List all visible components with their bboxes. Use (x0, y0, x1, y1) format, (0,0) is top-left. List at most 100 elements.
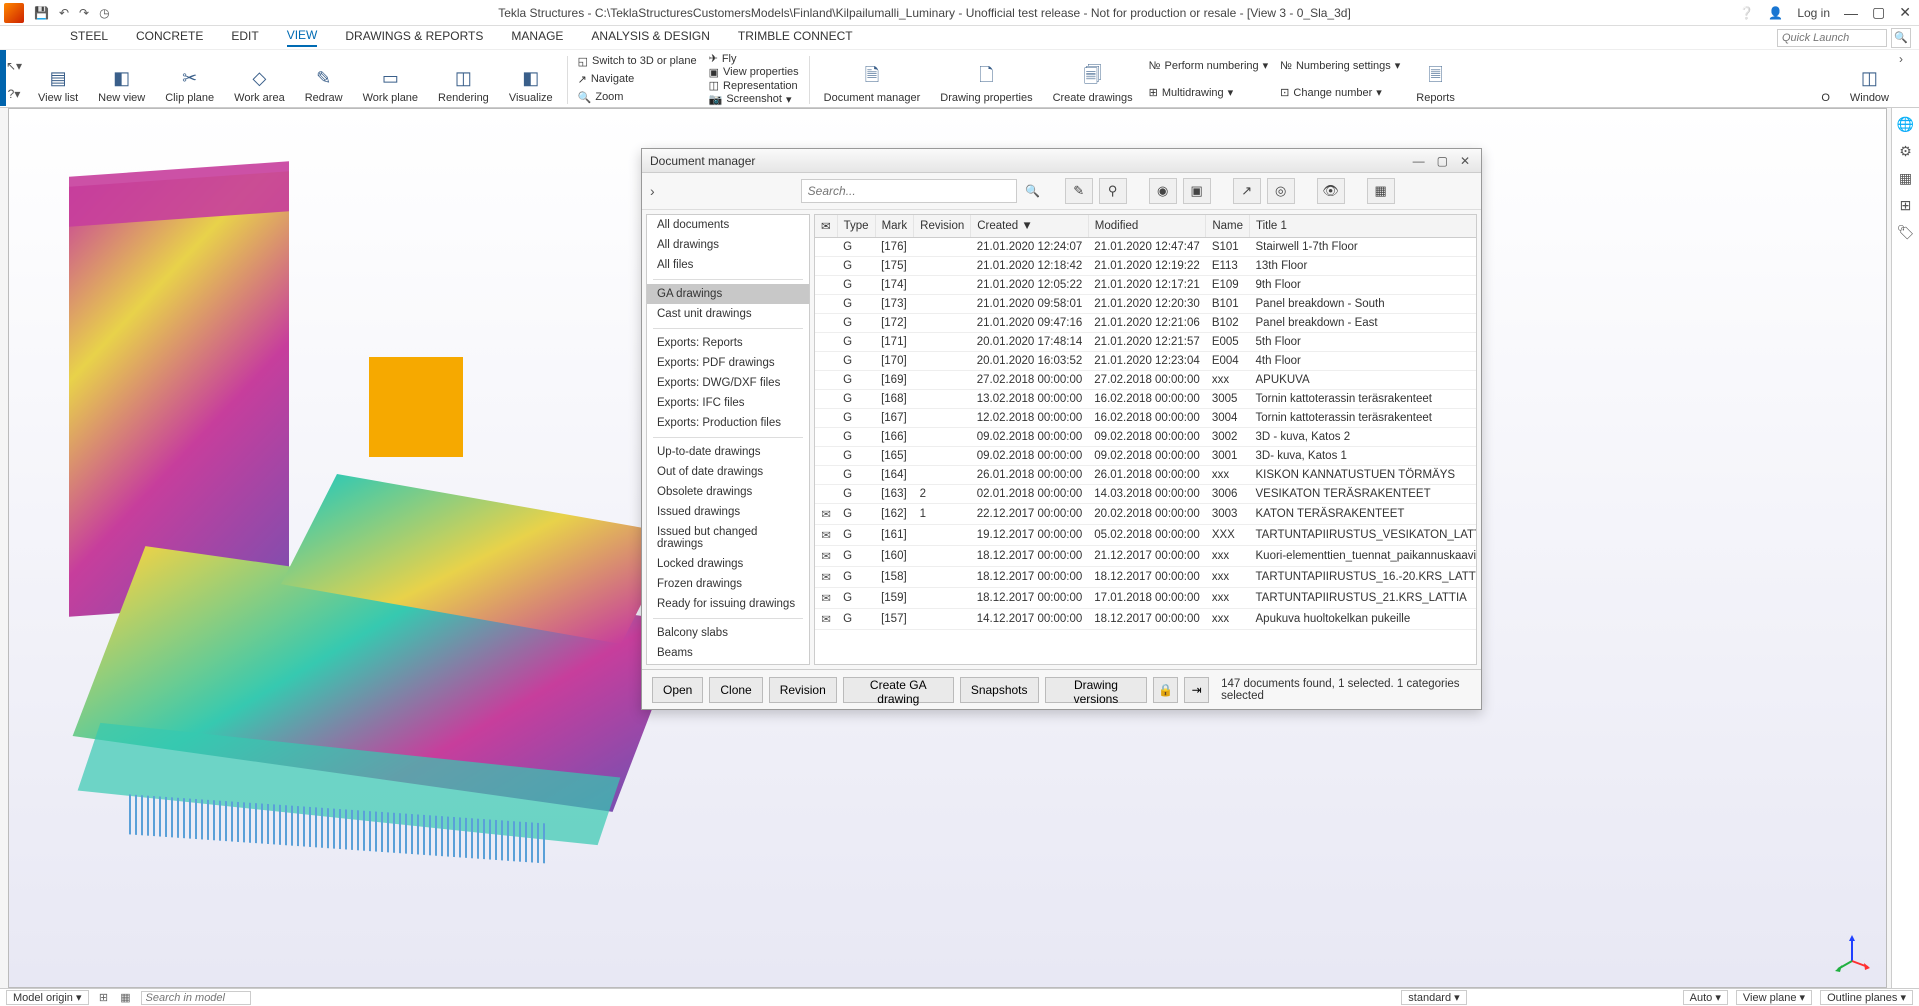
document-table[interactable]: ✉TypeMarkRevisionCreated ▼ModifiedNameTi… (814, 214, 1477, 665)
create-ga-button[interactable]: Create GA drawing (843, 677, 954, 703)
export-icon[interactable]: ⇥ (1184, 677, 1209, 703)
category-item[interactable]: Up-to-date drawings (647, 442, 809, 462)
category-item[interactable]: Exports: Production files (647, 413, 809, 433)
table-row[interactable]: G[166]09.02.2018 00:00:0009.02.2018 00:0… (815, 428, 1477, 447)
perform-numbering-button[interactable]: № Perform numbering ▾ (1149, 59, 1269, 72)
table-row[interactable]: ✉G[160]18.12.2017 00:00:0021.12.2017 00:… (815, 546, 1477, 567)
table-row[interactable]: ✉G[161]19.12.2017 00:00:0005.02.2018 00:… (815, 525, 1477, 546)
clip-plane-button[interactable]: ✂Clip plane (155, 52, 224, 106)
table-row[interactable]: G[163]202.01.2018 00:00:0014.03.2018 00:… (815, 485, 1477, 504)
tab-trimble[interactable]: TRIMBLE CONNECT (738, 29, 853, 46)
edit-icon[interactable]: ✎ (1065, 178, 1093, 204)
grid-view-icon[interactable]: ▦ (1367, 178, 1395, 204)
grid-icon[interactable]: ⊞ (1900, 197, 1912, 214)
reports-button[interactable]: 🗏Reports (1406, 52, 1465, 106)
ribbon-expand-icon[interactable]: › (1899, 52, 1919, 66)
change-number-button[interactable]: ⊡ Change number ▾ (1280, 86, 1400, 99)
category-item[interactable]: Issued drawings (647, 502, 809, 522)
category-item[interactable]: All files (647, 255, 809, 275)
category-item[interactable]: Exports: DWG/DXF files (647, 373, 809, 393)
undo-icon[interactable]: ↶ (59, 6, 69, 20)
category-item[interactable]: Exports: Reports (647, 333, 809, 353)
column-header-title1[interactable]: Title 1 (1250, 215, 1478, 238)
auto-dropdown[interactable]: Auto ▾ (1683, 990, 1728, 1005)
minimize-button[interactable]: — (1844, 5, 1858, 21)
category-item[interactable]: All drawings (647, 235, 809, 255)
column-header-created[interactable]: Created ▼ (971, 215, 1089, 238)
create-drawings-button[interactable]: 🗐Create drawings (1043, 52, 1143, 106)
cog-icon[interactable]: ⚙ (1899, 143, 1912, 160)
box-icon[interactable]: ◉ (1149, 178, 1177, 204)
zoom-button[interactable]: 🔍 Zoom (578, 91, 697, 104)
work-plane-button[interactable]: ▭Work plane (353, 52, 428, 106)
model-origin-dropdown[interactable]: Model origin ▾ (6, 990, 89, 1005)
switch-3d-button[interactable]: ◱ Switch to 3D or plane (578, 55, 697, 68)
category-item[interactable]: Exports: PDF drawings (647, 353, 809, 373)
o-button[interactable]: O (1811, 52, 1840, 106)
close-button[interactable]: ✕ (1899, 4, 1911, 21)
category-item[interactable]: All documents (647, 215, 809, 235)
work-area-button[interactable]: ◇Work area (224, 52, 295, 106)
column-header-mark[interactable]: Mark (875, 215, 914, 238)
history-icon[interactable]: ◷ (99, 6, 109, 20)
quick-launch-search-icon[interactable]: 🔍 (1891, 28, 1911, 48)
table-row[interactable]: G[175]21.01.2020 12:18:4221.01.2020 12:1… (815, 257, 1477, 276)
category-item[interactable]: Balcony slabs (647, 623, 809, 643)
table-row[interactable]: ✉G[159]18.12.2017 00:00:0017.01.2018 00:… (815, 588, 1477, 609)
user-icon[interactable]: 👤 (1768, 6, 1783, 20)
table-row[interactable]: G[167]12.02.2018 00:00:0016.02.2018 00:0… (815, 409, 1477, 428)
search-model-input[interactable] (141, 991, 251, 1005)
table-row[interactable]: ✉G[158]18.12.2017 00:00:0018.12.2017 00:… (815, 567, 1477, 588)
dialog-maximize-button[interactable]: ▢ (1434, 154, 1451, 168)
standard-dropdown[interactable]: standard ▾ (1401, 990, 1466, 1005)
new-view-button[interactable]: ◧New view (88, 52, 155, 106)
cube-icon[interactable]: ▦ (1899, 170, 1912, 187)
lock-icon[interactable]: 🔒 (1153, 677, 1178, 703)
cursor-tool-icon[interactable]: ↖▾ (6, 59, 22, 73)
eye-icon[interactable]: 👁 (1317, 178, 1345, 204)
table-row[interactable]: G[172]21.01.2020 09:47:1621.01.2020 12:2… (815, 314, 1477, 333)
dialog-minimize-button[interactable]: — (1410, 154, 1428, 168)
tab-edit[interactable]: EDIT (231, 29, 258, 46)
tab-analysis[interactable]: ANALYSIS & DESIGN (591, 29, 709, 46)
globe-icon[interactable]: 🌐 (1897, 116, 1914, 133)
rendering-button[interactable]: ◫Rendering (428, 52, 499, 106)
screenshot-button[interactable]: 📷 Screenshot ▾ (709, 93, 799, 106)
fly-button[interactable]: ✈ Fly (709, 52, 799, 65)
table-row[interactable]: G[171]20.01.2020 17:48:1421.01.2020 12:2… (815, 333, 1477, 352)
help-icon[interactable]: ❔ (1739, 6, 1754, 20)
category-item[interactable]: Frozen drawings (647, 574, 809, 594)
column-header-modified[interactable]: Modified (1088, 215, 1206, 238)
clone-button[interactable]: Clone (709, 677, 762, 703)
column-header-name[interactable]: Name (1206, 215, 1250, 238)
dialog-close-button[interactable]: ✕ (1457, 154, 1473, 168)
window-button[interactable]: ◫Window (1840, 52, 1899, 106)
category-item[interactable]: Ready for issuing drawings (647, 594, 809, 614)
representation-button[interactable]: ◫ Representation (709, 79, 799, 92)
filter-icon[interactable]: ⚲ (1099, 178, 1127, 204)
redraw-button[interactable]: ✎Redraw (295, 52, 353, 106)
visualize-button[interactable]: ◧Visualize (499, 52, 563, 106)
redo-icon[interactable]: ↷ (79, 6, 89, 20)
quick-launch-input[interactable] (1777, 29, 1887, 47)
axis-gizmo-icon[interactable] (1832, 933, 1872, 973)
category-item[interactable]: Locked drawings (647, 554, 809, 574)
expand-sidebar-icon[interactable]: › (650, 183, 655, 199)
column-header-type[interactable]: Type (837, 215, 875, 238)
column-header-env[interactable]: ✉ (815, 215, 837, 238)
table-row[interactable]: G[169]27.02.2018 00:00:0027.02.2018 00:0… (815, 371, 1477, 390)
table-row[interactable]: G[176]21.01.2020 12:24:0721.01.2020 12:4… (815, 238, 1477, 257)
table-row[interactable]: G[173]21.01.2020 09:58:0121.01.2020 12:2… (815, 295, 1477, 314)
numbering-settings-button[interactable]: № Numbering settings ▾ (1280, 59, 1400, 72)
table-row[interactable]: G[168]13.02.2018 00:00:0016.02.2018 00:0… (815, 390, 1477, 409)
target-icon[interactable]: ◎ (1267, 178, 1295, 204)
table-row[interactable]: ✉G[157]14.12.2017 00:00:0018.12.2017 00:… (815, 609, 1477, 630)
category-item[interactable]: Out of date drawings (647, 462, 809, 482)
table-row[interactable]: G[170]20.01.2020 16:03:5221.01.2020 12:2… (815, 352, 1477, 371)
multidrawing-button[interactable]: ⊞ Multidrawing ▾ (1149, 86, 1269, 99)
view-plane-dropdown[interactable]: View plane ▾ (1736, 990, 1812, 1005)
login-link[interactable]: Log in (1797, 6, 1830, 20)
tab-steel[interactable]: STEEL (70, 29, 108, 46)
category-item[interactable]: Issued but changed drawings (647, 522, 809, 554)
help-tool-icon[interactable]: ?▾ (8, 87, 21, 101)
